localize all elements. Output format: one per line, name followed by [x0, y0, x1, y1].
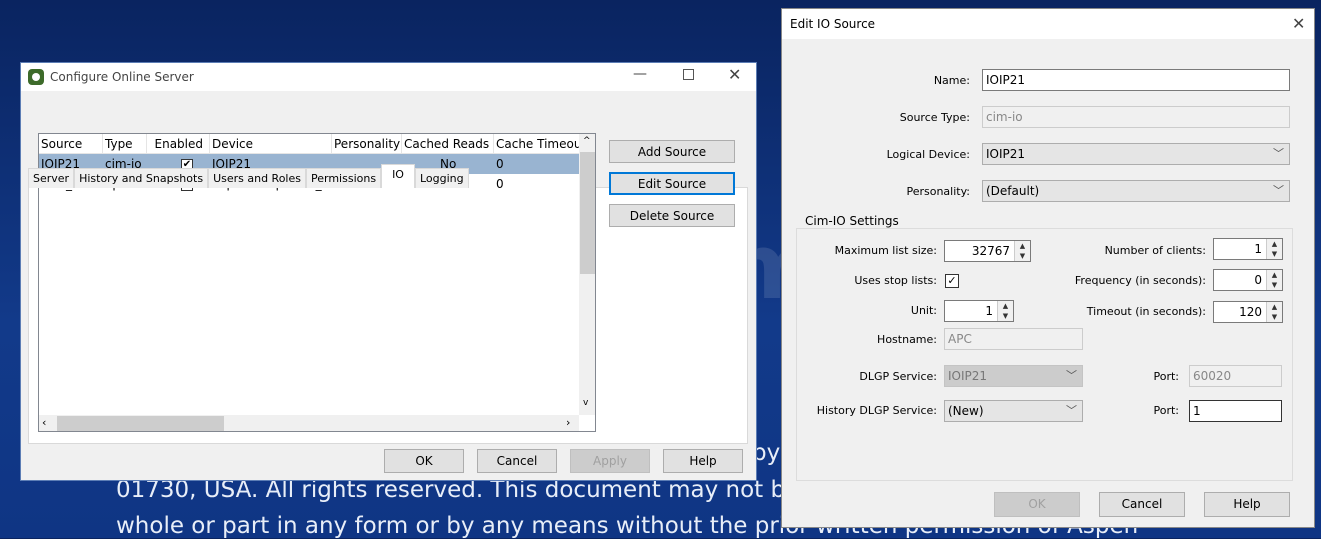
vertical-scrollbar[interactable]: ^ v	[579, 134, 595, 415]
column-header-personality[interactable]: Personality	[332, 134, 402, 154]
scroll-up-icon[interactable]: ^	[583, 136, 591, 146]
ok-button[interactable]: OK	[994, 492, 1080, 517]
timeout-label: Timeout (in seconds):	[1086, 305, 1206, 318]
spin-arrows-icon[interactable]: ▲ ▼	[1266, 302, 1282, 322]
column-header-source[interactable]: Source	[39, 134, 103, 154]
group-title: Cim-IO Settings	[802, 214, 902, 228]
personality-label: Personality:	[906, 185, 970, 198]
scroll-left-icon[interactable]: ‹	[42, 416, 46, 429]
uses-stop-lists-label: Uses stop lists:	[854, 274, 937, 287]
name-input[interactable]: IOIP21	[982, 69, 1290, 91]
unit-spinner[interactable]: 1 ▲ ▼	[944, 300, 1014, 322]
history-dlgp-service-value: (New)	[948, 404, 984, 418]
number-of-clients-value: 1	[1254, 242, 1262, 256]
max-list-size-spinner[interactable]: 32767 ▲ ▼	[944, 240, 1031, 262]
delete-source-button[interactable]: Delete Source	[609, 204, 735, 227]
tab-bar: Server History and Snapshots Users and R…	[28, 163, 469, 188]
max-list-size-value: 32767	[971, 244, 1010, 258]
configure-online-server-window: Configure Online Server — ✕ Server Histo…	[20, 62, 757, 481]
spin-arrows-icon[interactable]: ▲ ▼	[997, 301, 1013, 321]
help-button[interactable]: Help	[1204, 492, 1290, 517]
spin-arrows-icon[interactable]: ▲ ▼	[1014, 241, 1030, 261]
title-bar: Edit IO Source ✕	[782, 9, 1314, 39]
source-type-input: cim-io	[982, 106, 1290, 128]
edit-source-button[interactable]: Edit Source	[609, 172, 735, 195]
cell-cache-timeout: 0	[496, 177, 504, 191]
logical-device-select[interactable]: IOIP21 ﹀	[982, 143, 1290, 165]
hostname-input: APC	[944, 328, 1083, 350]
cim-io-settings-group	[796, 228, 1293, 481]
column-header-device[interactable]: Device	[210, 134, 332, 154]
column-header-enabled[interactable]: Enabled	[147, 134, 210, 154]
minimize-icon[interactable]: —	[633, 66, 647, 82]
dlgp-service-value: IOIP21	[948, 369, 988, 383]
max-list-size-label: Maximum list size:	[834, 244, 937, 257]
window-title: Configure Online Server	[50, 70, 194, 84]
scroll-down-icon[interactable]: v	[583, 398, 588, 408]
timeout-value: 120	[1239, 305, 1262, 319]
apply-button[interactable]: Apply	[570, 449, 650, 473]
cell-cache-timeout: 0	[496, 157, 504, 171]
source-type-label: Source Type:	[899, 111, 970, 124]
logical-device-value: IOIP21	[986, 147, 1026, 161]
dlgp-port-input: 60020	[1189, 365, 1282, 387]
dlgp-service-label: DLGP Service:	[859, 370, 937, 383]
logical-device-label: Logical Device:	[886, 148, 970, 161]
number-of-clients-spinner[interactable]: 1 ▲ ▼	[1213, 238, 1283, 260]
column-header-cached-reads[interactable]: Cached Reads	[402, 134, 494, 154]
history-port-input[interactable]: 1	[1189, 400, 1282, 422]
add-source-button[interactable]: Add Source	[609, 140, 735, 163]
close-icon[interactable]: ✕	[728, 65, 741, 84]
unit-value: 1	[985, 304, 993, 318]
tab-history-and-snapshots[interactable]: History and Snapshots	[74, 168, 209, 188]
column-header-type[interactable]: Type	[103, 134, 147, 154]
scrollbar-thumb[interactable]	[57, 416, 224, 431]
history-dlgp-service-label: History DLGP Service:	[816, 404, 937, 417]
timeout-spinner[interactable]: 120 ▲ ▼	[1213, 301, 1283, 323]
personality-value: (Default)	[986, 184, 1040, 198]
spin-arrows-icon[interactable]: ▲ ▼	[1266, 270, 1282, 290]
maximize-icon[interactable]	[683, 69, 694, 80]
frequency-spinner[interactable]: 0 ▲ ▼	[1213, 269, 1283, 291]
chevron-down-icon: ﹀	[1273, 147, 1284, 160]
chevron-down-icon: ﹀	[1066, 369, 1077, 382]
scrollbar-thumb[interactable]	[580, 152, 595, 274]
scroll-right-icon[interactable]: ›	[566, 416, 570, 429]
spin-arrows-icon[interactable]: ▲ ▼	[1266, 239, 1282, 259]
help-button[interactable]: Help	[663, 449, 743, 473]
ok-button[interactable]: OK	[384, 449, 464, 473]
tab-server[interactable]: Server	[28, 168, 75, 188]
frequency-value: 0	[1254, 273, 1262, 287]
horizontal-scrollbar[interactable]: ‹ ›	[39, 415, 579, 431]
hostname-label: Hostname:	[877, 333, 937, 346]
close-icon[interactable]: ✕	[1292, 14, 1305, 33]
frequency-label: Frequency (in seconds):	[1074, 274, 1206, 287]
tab-logging[interactable]: Logging	[414, 168, 469, 188]
column-header-cache-timeout[interactable]: Cache Timeout	[494, 134, 580, 154]
port-label: Port:	[1153, 370, 1179, 383]
edit-io-source-dialog: Edit IO Source ✕ Name: IOIP21 Source Typ…	[781, 8, 1315, 528]
unit-label: Unit:	[910, 304, 937, 317]
cancel-button[interactable]: Cancel	[477, 449, 557, 473]
cancel-button[interactable]: Cancel	[1099, 492, 1185, 517]
tab-io[interactable]: IO	[381, 164, 415, 188]
dialog-title: Edit IO Source	[790, 17, 876, 31]
history-dlgp-service-select[interactable]: (New) ﹀	[944, 400, 1083, 422]
app-icon	[28, 69, 44, 85]
chevron-down-icon: ﹀	[1066, 404, 1077, 417]
tab-users-and-roles[interactable]: Users and Roles	[208, 168, 306, 188]
name-label: Name:	[933, 74, 970, 87]
dlgp-service-select: IOIP21 ﹀	[944, 365, 1083, 387]
title-bar: Configure Online Server — ✕	[21, 63, 756, 91]
uses-stop-lists-checkbox[interactable]: ✓	[945, 274, 959, 288]
port-label: Port:	[1153, 404, 1179, 417]
chevron-down-icon: ﹀	[1273, 184, 1284, 197]
number-of-clients-label: Number of clients:	[1104, 244, 1206, 257]
personality-select[interactable]: (Default) ﹀	[982, 180, 1290, 202]
tab-permissions[interactable]: Permissions	[306, 168, 382, 188]
